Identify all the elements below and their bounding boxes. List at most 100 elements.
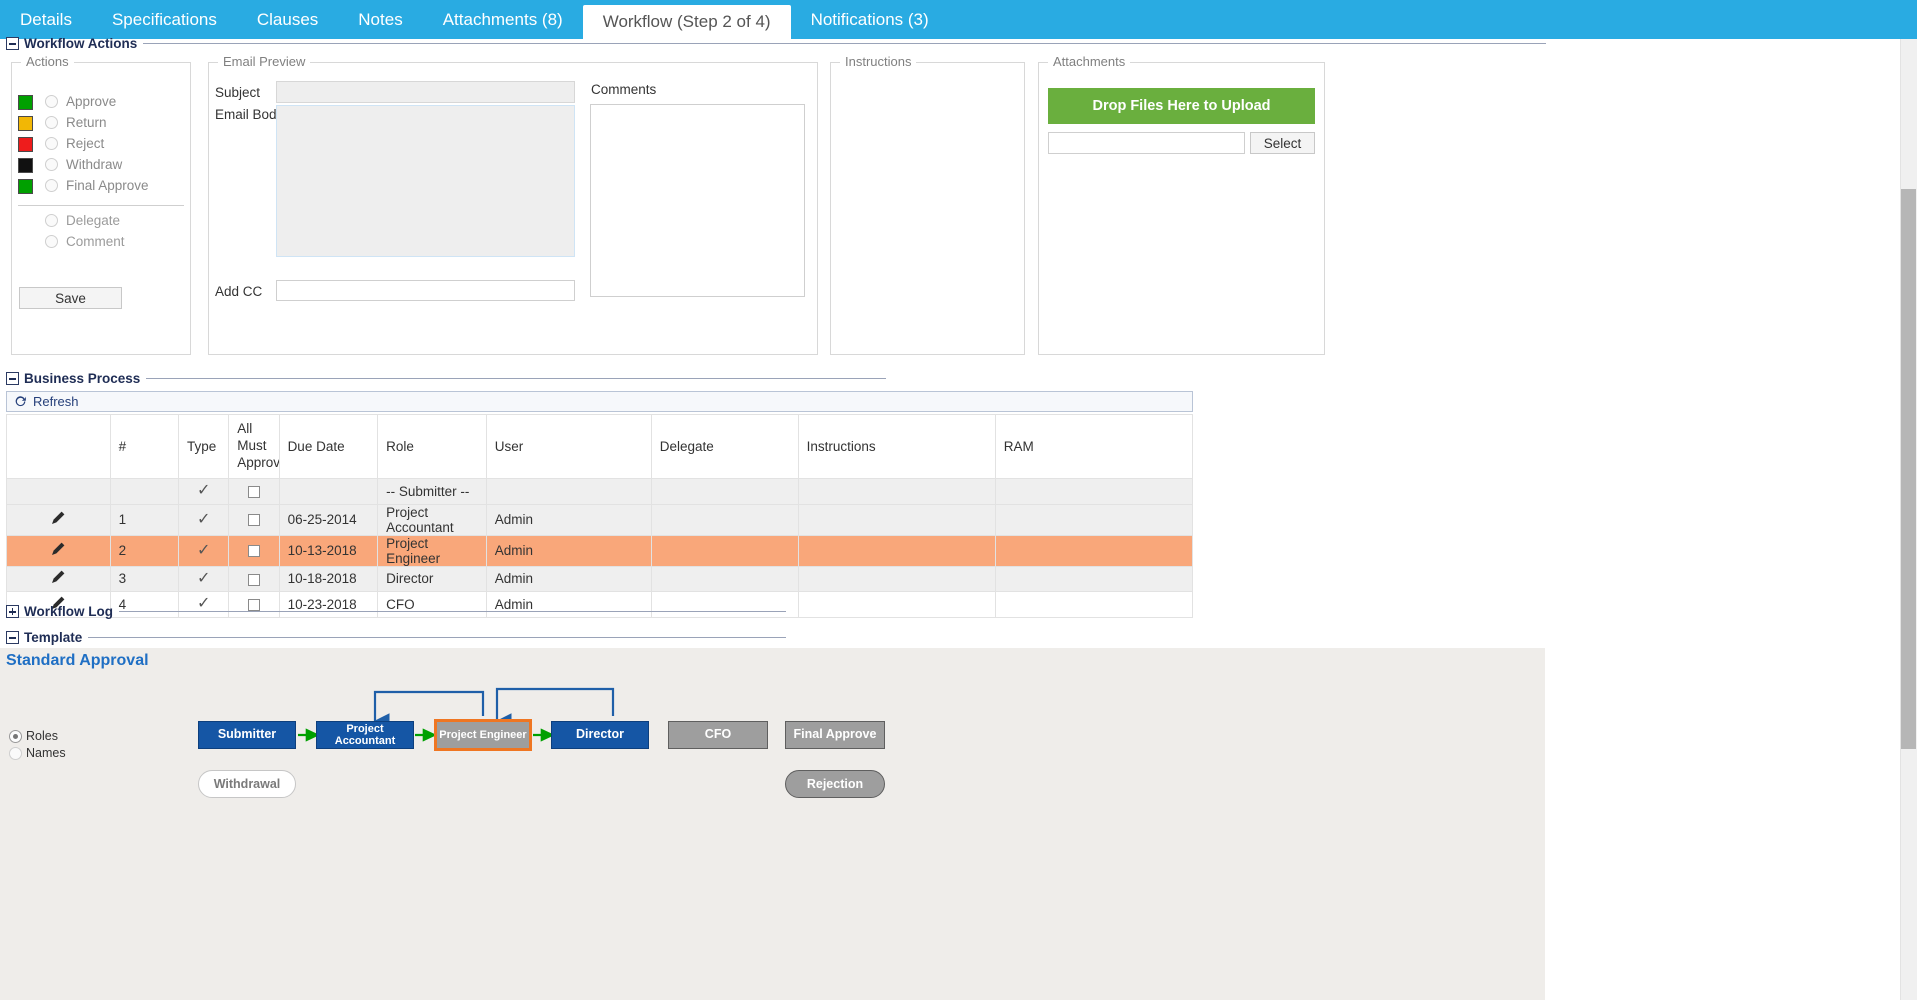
row-ram: [994, 591, 1194, 618]
table-row-selected[interactable]: 2 ✓ 10-13-2018 Project Engineer Admin: [6, 534, 1194, 567]
node-withdrawal[interactable]: Withdrawal: [198, 770, 296, 798]
node-director[interactable]: Director: [551, 721, 649, 749]
section-workflow-actions[interactable]: Workflow Actions: [6, 36, 1546, 51]
section-workflow-log[interactable]: Workflow Log: [6, 604, 786, 619]
row-edit-cell[interactable]: [6, 478, 111, 505]
row-number: 1: [109, 503, 180, 536]
expand-icon[interactable]: [6, 605, 19, 618]
radio-approve[interactable]: [45, 95, 58, 108]
node-project-accountant[interactable]: Project Accountant: [316, 721, 414, 749]
row-all-must-approve[interactable]: [228, 503, 280, 536]
radio-delegate[interactable]: [45, 214, 58, 227]
radio-return[interactable]: [45, 116, 58, 129]
table-row[interactable]: 3 ✓ 10-18-2018 Director Admin: [6, 565, 1194, 592]
table-row[interactable]: 1 ✓ 06-25-2014 Project Accountant Admin: [6, 503, 1194, 536]
row-instructions: [797, 503, 996, 536]
radio-withdraw[interactable]: [45, 158, 58, 171]
row-user: [485, 478, 652, 505]
col-user[interactable]: User: [485, 414, 652, 479]
col-delegate[interactable]: Delegate: [650, 414, 799, 479]
checkbox-icon[interactable]: [247, 514, 260, 527]
tab-attachments[interactable]: Attachments (8): [423, 0, 583, 39]
row-role: Project Accountant: [377, 503, 487, 536]
row-edit-cell[interactable]: [6, 565, 111, 592]
instructions-content: [831, 63, 1024, 354]
tab-specifications[interactable]: Specifications: [92, 0, 237, 39]
row-all-must-approve[interactable]: [228, 565, 280, 592]
col-edit[interactable]: [6, 414, 111, 479]
checkbox-icon[interactable]: [247, 486, 260, 499]
edit-pencil-icon[interactable]: [50, 569, 66, 588]
row-due-date: [278, 478, 379, 505]
col-number[interactable]: #: [109, 414, 180, 479]
refresh-icon[interactable]: [14, 395, 27, 408]
edit-pencil-icon[interactable]: [50, 510, 66, 529]
radio-reject[interactable]: [45, 137, 58, 150]
row-edit-cell[interactable]: [6, 503, 111, 536]
attachments-panel: Attachments Drop Files Here to Upload Se…: [1038, 54, 1325, 355]
node-submitter[interactable]: Submitter: [198, 721, 296, 749]
node-final-approve[interactable]: Final Approve: [785, 721, 885, 749]
radio-view-roles-label: Roles: [26, 729, 58, 743]
row-edit-cell[interactable]: [6, 534, 111, 567]
check-icon: ✓: [196, 569, 211, 587]
tab-details[interactable]: Details: [0, 0, 92, 39]
select-file-button[interactable]: Select: [1250, 132, 1315, 154]
table-row[interactable]: ✓ -- Submitter --: [6, 478, 1194, 505]
divider: [143, 43, 1546, 44]
radio-view-names[interactable]: [9, 747, 22, 760]
checkbox-icon[interactable]: [247, 545, 260, 558]
add-cc-input[interactable]: [276, 280, 575, 301]
node-rejection[interactable]: Rejection: [785, 770, 885, 798]
drop-files-upload-zone[interactable]: Drop Files Here to Upload: [1048, 88, 1315, 124]
page-scrollbar-thumb[interactable]: [1901, 189, 1916, 749]
row-user: Admin: [485, 503, 652, 536]
refresh-label[interactable]: Refresh: [33, 394, 79, 409]
radio-final-approve[interactable]: [45, 179, 58, 192]
checkbox-icon[interactable]: [247, 573, 260, 586]
radio-reject-label: Reject: [66, 136, 105, 151]
col-due-date[interactable]: Due Date: [278, 414, 379, 479]
edit-pencil-icon[interactable]: [50, 541, 66, 560]
comments-textarea[interactable]: [590, 104, 805, 297]
row-all-must-approve[interactable]: [228, 478, 280, 505]
page-scrollbar-track[interactable]: [1900, 39, 1917, 1000]
collapse-icon[interactable]: [6, 631, 19, 644]
tab-notes[interactable]: Notes: [338, 0, 422, 39]
node-project-engineer[interactable]: Project Engineer: [434, 719, 532, 751]
radio-comment[interactable]: [45, 235, 58, 248]
row-number: 3: [109, 565, 180, 592]
section-business-process[interactable]: Business Process: [6, 371, 886, 386]
col-all-must-approve[interactable]: All Must Approve: [228, 414, 280, 479]
radio-view-names-label: Names: [26, 746, 66, 760]
final-approve-color-swatch: [18, 179, 33, 194]
row-instructions: [797, 534, 996, 567]
radio-view-roles[interactable]: [9, 730, 22, 743]
workflow-page: Details Specifications Clauses Notes Att…: [0, 0, 1917, 1000]
section-business-process-label: Business Process: [24, 371, 141, 386]
section-template[interactable]: Template: [6, 630, 786, 645]
col-type[interactable]: Type: [177, 414, 230, 479]
col-instructions[interactable]: Instructions: [797, 414, 996, 479]
row-due-date: 06-25-2014: [278, 503, 379, 536]
collapse-icon[interactable]: [6, 37, 19, 50]
approve-color-swatch: [18, 95, 33, 110]
attachment-file-input[interactable]: [1048, 132, 1245, 154]
collapse-icon[interactable]: [6, 372, 19, 385]
row-all-must-approve[interactable]: [228, 534, 280, 567]
business-process-table: # Type All Must Approve Due Date Role Us…: [6, 414, 1194, 618]
radio-final-approve-label: Final Approve: [66, 178, 149, 193]
tab-workflow[interactable]: Workflow (Step 2 of 4): [582, 5, 791, 39]
check-icon: ✓: [196, 510, 211, 528]
check-icon: ✓: [196, 541, 211, 559]
withdraw-color-swatch: [18, 158, 33, 173]
col-ram[interactable]: RAM: [994, 414, 1194, 479]
email-body-textarea[interactable]: [276, 105, 575, 257]
tab-clauses[interactable]: Clauses: [237, 0, 338, 39]
row-instructions: [797, 478, 996, 505]
col-role[interactable]: Role: [377, 414, 487, 479]
node-cfo[interactable]: CFO: [668, 721, 768, 749]
tab-notifications[interactable]: Notifications (3): [791, 0, 949, 39]
save-button[interactable]: Save: [19, 287, 122, 309]
subject-input[interactable]: [276, 81, 575, 103]
